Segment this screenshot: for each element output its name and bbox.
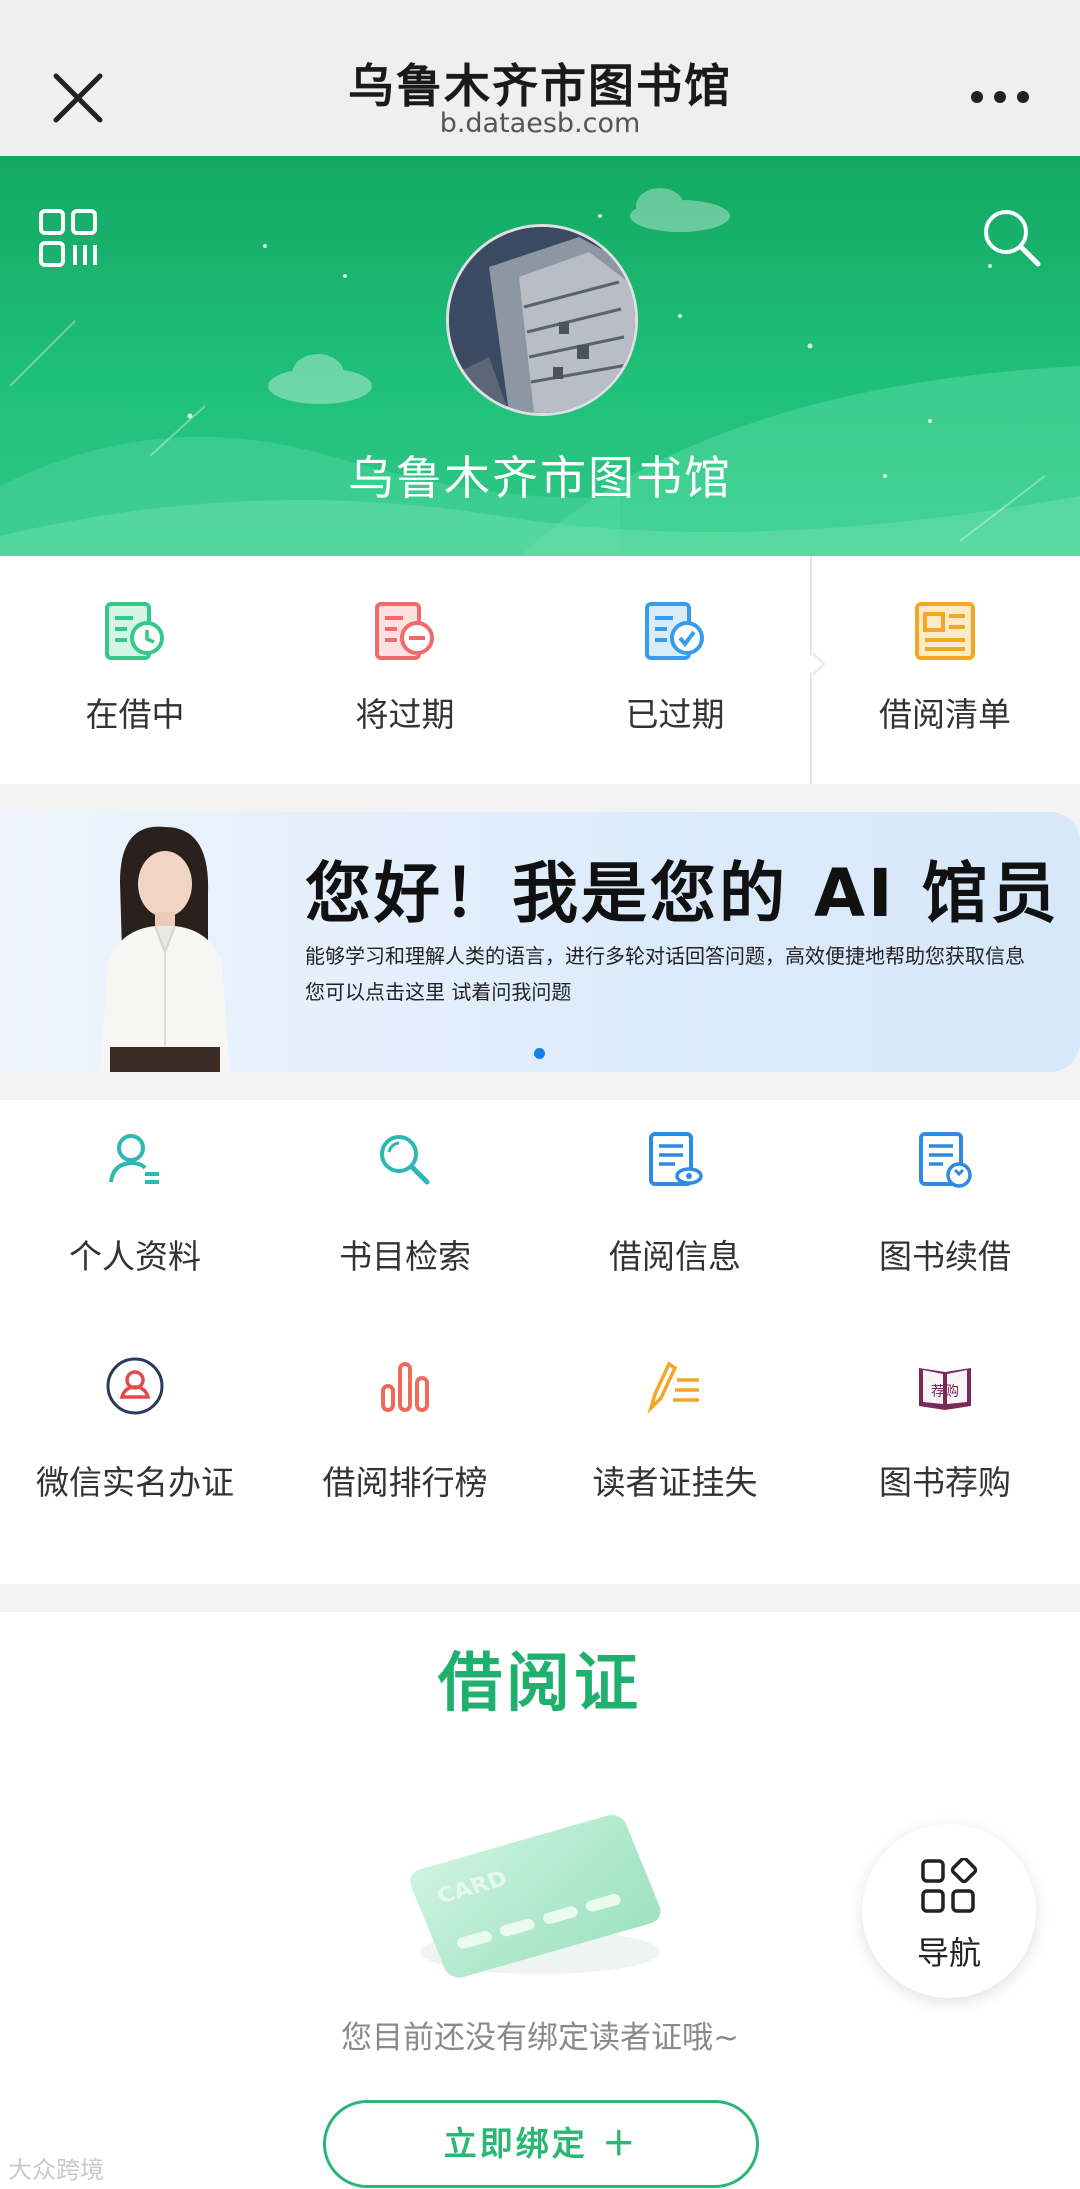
ai-librarian-avatar [100, 826, 230, 1072]
search-icon[interactable] [980, 206, 1042, 268]
banner-headline: 您好！我是您的 AI 馆员 [305, 855, 1060, 932]
service-label: 借阅信息 [609, 1237, 741, 1276]
bind-card-button[interactable]: 立即绑定 ＋ [323, 2100, 759, 2188]
service-grid: 个人资料 书目检索 借阅信息 图书续借 微信实名办证 借阅排行榜 读者证挂失 荐… [0, 1100, 1080, 1584]
service-label: 微信实名办证 [36, 1463, 234, 1502]
reader-card-title: 借阅证 [438, 1647, 642, 1721]
service-book-recommend[interactable]: 荐购 图书荐购 [810, 1356, 1080, 1556]
banner-page-dot [534, 1048, 545, 1059]
recommend-badge: 荐购 [931, 1384, 959, 1400]
empty-card-message: 您目前还没有绑定读者证哦~ [341, 2020, 739, 2056]
quick-link-on-loan[interactable]: 在借中 [0, 556, 270, 784]
banner-hint: 您可以点击这里 试着问我问题 [305, 980, 572, 1004]
borrow-list-icon [915, 602, 975, 660]
page-url: b.dataesb.com [439, 108, 641, 139]
due-soon-icon [375, 602, 434, 660]
top-bar: 乌鲁木齐市图书馆 b.dataesb.com [0, 0, 1080, 156]
library-header: 乌鲁木齐市图书馆 [0, 156, 1080, 556]
ai-librarian-banner[interactable]: 您好！我是您的 AI 馆员 能够学习和理解人类的语言，进行多轮对话回答问题，高效… [0, 812, 1080, 1072]
quick-link-label: 借阅清单 [879, 695, 1011, 734]
recommend-book-icon: 荐购 [919, 1368, 971, 1410]
service-label: 读者证挂失 [592, 1463, 758, 1502]
search-catalog-icon [380, 1135, 430, 1185]
user-profile-icon [109, 1134, 159, 1184]
quick-link-label: 在借中 [85, 695, 185, 734]
card-illustration: CARD [410, 1815, 661, 1978]
navigation-fab[interactable]: 导航 [862, 1824, 1036, 1998]
service-label: 图书续借 [879, 1237, 1011, 1276]
on-loan-icon [105, 602, 164, 660]
quick-link-overdue[interactable]: 已过期 [540, 556, 810, 784]
service-wechat-card[interactable]: 微信实名办证 [0, 1356, 270, 1556]
quick-link-label: 将过期 [355, 695, 455, 734]
ranking-icon [381, 1362, 429, 1412]
overdue-icon [645, 602, 704, 660]
library-name: 乌鲁木齐市图书馆 [348, 451, 732, 505]
more-icon[interactable] [970, 90, 1030, 104]
service-book-renewal[interactable]: 图书续借 [810, 1130, 1080, 1330]
service-borrow-ranking[interactable]: 借阅排行榜 [270, 1356, 540, 1556]
grid-nav-icon [921, 1858, 978, 1913]
watermark: 大众跨境 [8, 2156, 104, 2184]
service-personal-info[interactable]: 个人资料 [0, 1130, 270, 1330]
service-report-card-loss[interactable]: 读者证挂失 [540, 1356, 810, 1556]
page-title: 乌鲁木齐市图书馆 [348, 59, 732, 113]
qr-scan-icon[interactable] [38, 208, 98, 268]
quick-link-label: 已过期 [625, 695, 725, 734]
navigation-label: 导航 [916, 1934, 981, 1972]
service-label: 借阅排行榜 [322, 1463, 488, 1502]
quick-link-due-soon[interactable]: 将过期 [270, 556, 540, 784]
report-loss-icon [647, 1361, 699, 1415]
service-catalog-search[interactable]: 书目检索 [270, 1130, 540, 1330]
renew-icon [919, 1132, 972, 1188]
loan-status-bar: 在借中 将过期 已过期 借阅清单 [0, 556, 1080, 784]
borrow-info-icon [649, 1132, 703, 1186]
service-borrow-info[interactable]: 借阅信息 [540, 1130, 810, 1330]
wechat-id-icon [106, 1357, 164, 1415]
service-label: 图书荐购 [879, 1463, 1011, 1502]
service-label: 个人资料 [69, 1237, 201, 1276]
library-avatar [446, 224, 638, 416]
service-label: 书目检索 [339, 1237, 471, 1276]
quick-link-borrow-list[interactable]: 借阅清单 [810, 556, 1080, 784]
banner-description: 能够学习和理解人类的语言，进行多轮对话回答问题，高效便捷地帮助您获取信息 [305, 944, 1025, 968]
